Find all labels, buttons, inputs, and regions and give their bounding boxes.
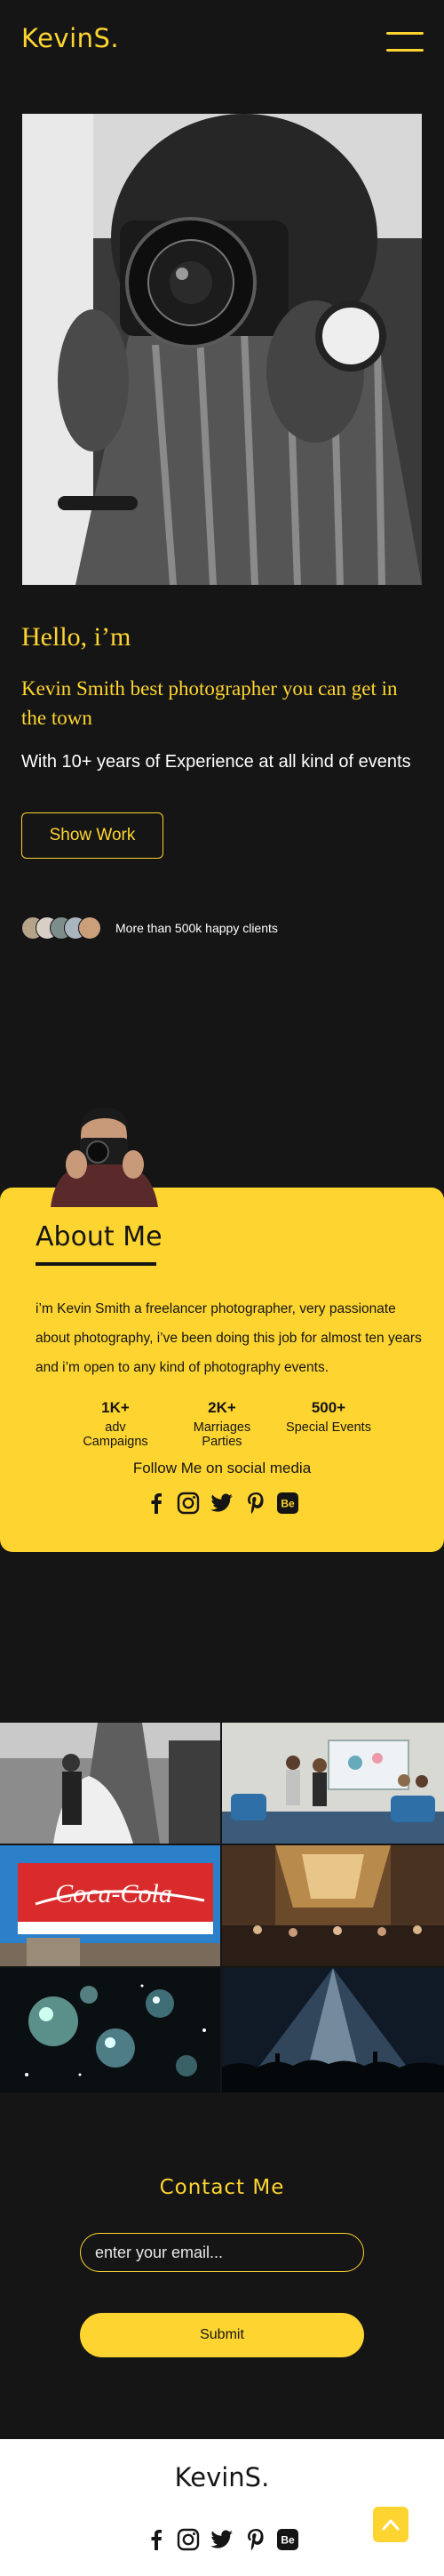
- email-field[interactable]: [80, 2233, 364, 2272]
- gallery-image-disco-balls[interactable]: [0, 1968, 220, 2092]
- stat-value: 2K+: [208, 1399, 236, 1416]
- about-section: About Me i’m Kevin Smith a freelancer ph…: [0, 1188, 444, 1552]
- twitter-icon[interactable]: [210, 2526, 234, 2553]
- scroll-to-top-button[interactable]: [373, 2507, 408, 2542]
- stat-campaigns: 1K+ adv Campaigns: [71, 1399, 160, 1449]
- chevron-up-icon: [382, 2519, 400, 2531]
- site-footer: KevinS. Be: [0, 2439, 444, 2576]
- behance-icon[interactable]: Be: [275, 2526, 300, 2553]
- submit-button[interactable]: Submit: [80, 2313, 364, 2357]
- footer-social-links: Be: [144, 2526, 300, 2553]
- footer-logo[interactable]: KevinS.: [0, 2462, 444, 2492]
- about-title-underline: [36, 1262, 156, 1266]
- svg-text:Be: Be: [281, 1498, 295, 1510]
- menu-bar-top: [386, 32, 424, 35]
- about-text: i’m Kevin Smith a freelancer photographe…: [36, 1301, 422, 1375]
- hero-description: With 10+ years of Experience at all kind…: [21, 752, 411, 772]
- photo-gallery: Coca-Cola: [0, 1723, 444, 2092]
- about-title: About Me: [36, 1221, 163, 1252]
- stat-label: Special Events: [286, 1420, 371, 1435]
- svg-text:Be: Be: [281, 2534, 295, 2547]
- pinterest-icon[interactable]: [243, 2526, 268, 2553]
- behance-icon[interactable]: Be: [275, 1490, 300, 1516]
- contact-title: Contact Me: [159, 2176, 285, 2199]
- show-work-button[interactable]: Show Work: [21, 812, 163, 859]
- follow-text: Follow Me on social media: [132, 1460, 312, 1476]
- gallery-image-concert[interactable]: [222, 1968, 444, 2092]
- client-avatar: [78, 916, 101, 940]
- stat-special-events: 500+ Special Events: [284, 1399, 373, 1435]
- svg-text:Coca-Cola: Coca-Cola: [55, 1879, 172, 1908]
- stat-label: Marriages Parties: [193, 1420, 251, 1449]
- client-avatars: [21, 916, 107, 940]
- gallery-image-conference[interactable]: [222, 1723, 444, 1844]
- hero-photo: [22, 114, 422, 585]
- pinterest-icon[interactable]: [243, 1490, 268, 1516]
- gallery-image-event-hall[interactable]: [222, 1845, 444, 1966]
- facebook-icon[interactable]: [144, 1490, 169, 1516]
- facebook-icon[interactable]: [144, 2526, 169, 2553]
- hamburger-menu-icon[interactable]: [386, 32, 424, 53]
- instagram-icon[interactable]: [176, 2526, 201, 2553]
- stat-label: adv Campaigns: [83, 1420, 148, 1449]
- instagram-icon[interactable]: [176, 1490, 201, 1516]
- hero-title: Hello, i’m: [21, 622, 131, 652]
- stat-marriages: 2K+ Marriages Parties: [173, 1399, 271, 1449]
- about-social-links: Be: [144, 1490, 300, 1516]
- clients-text: More than 500k happy clients: [115, 921, 278, 935]
- stat-value: 1K+: [101, 1399, 130, 1416]
- gallery-image-wedding[interactable]: [0, 1723, 220, 1844]
- menu-bar-bottom: [386, 49, 424, 52]
- site-header: KevinS.: [0, 0, 444, 82]
- twitter-icon[interactable]: [210, 1490, 234, 1516]
- happy-clients: More than 500k happy clients: [21, 916, 278, 940]
- gallery-image-billboard[interactable]: Coca-Cola: [0, 1845, 220, 1966]
- stats: 1K+ adv Campaigns 2K+ Marriages Parties …: [71, 1399, 373, 1449]
- site-logo[interactable]: KevinS.: [21, 23, 119, 53]
- about-photo: [46, 1100, 162, 1207]
- stat-value: 500+: [311, 1399, 346, 1416]
- hero-subtitle: Kevin Smith best photographer you can ge…: [21, 677, 398, 729]
